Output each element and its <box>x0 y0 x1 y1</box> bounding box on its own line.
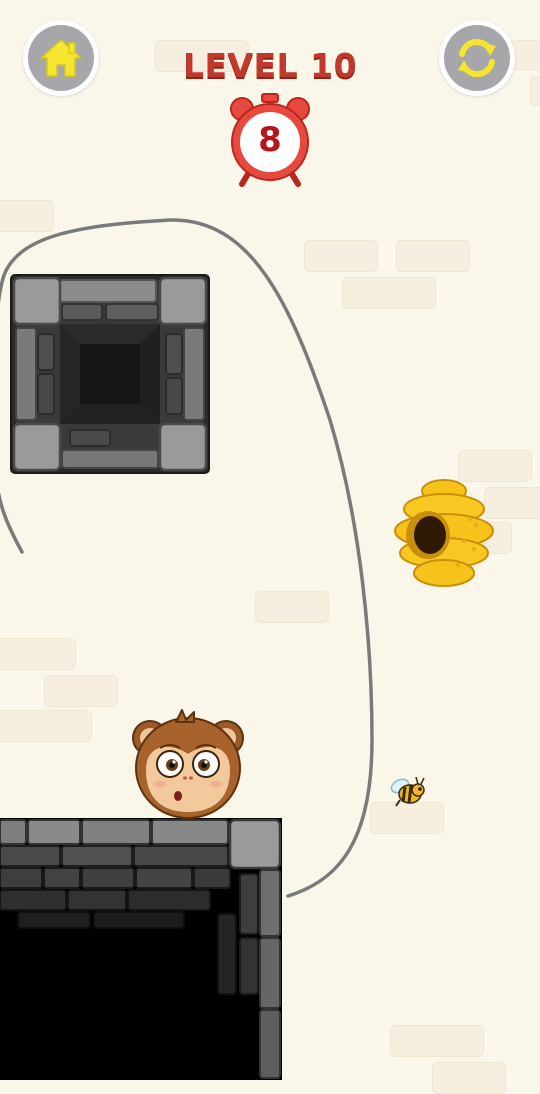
stone-frame-block <box>10 274 210 474</box>
stone-pit-platform <box>0 818 282 1080</box>
beehive[interactable] <box>392 479 496 591</box>
monkey[interactable] <box>130 708 246 820</box>
bee <box>390 776 425 807</box>
